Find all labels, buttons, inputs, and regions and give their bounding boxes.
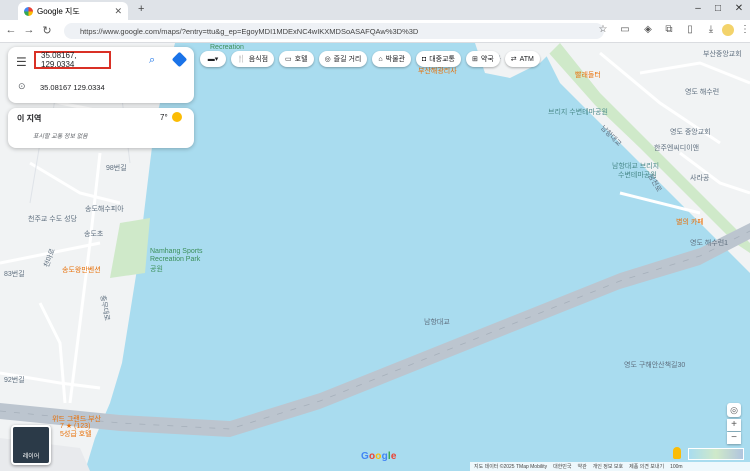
chip-label: 호텔 bbox=[294, 56, 308, 63]
pegman-icon[interactable] bbox=[673, 447, 681, 459]
map-label-namhang-park2: Recreation Park bbox=[150, 256, 201, 263]
chip-atm[interactable]: ⇄ ATM bbox=[504, 51, 540, 67]
download-icon[interactable]: ⤓ bbox=[704, 24, 718, 35]
map-label-youngdo-church2[interactable]: 영도 중앙교회 bbox=[670, 127, 711, 137]
layers-icon: ▬▾ bbox=[207, 56, 219, 63]
maximize-button[interactable]: □ bbox=[708, 3, 728, 14]
map-label-songdo-school[interactable]: 송도초 bbox=[84, 229, 103, 239]
map-label-recreation: Recreation bbox=[210, 44, 244, 51]
chip-label: 음식점 bbox=[248, 56, 269, 63]
star-icon[interactable]: ☆ bbox=[596, 24, 610, 35]
map-footer: 지도 데이터 ©2025 TMap Mobility 대한민국 약관 개인 정보… bbox=[470, 462, 750, 471]
extensions-puzzle-icon[interactable]: ⧉ bbox=[662, 24, 676, 35]
tab-title: Google 지도 bbox=[37, 6, 80, 16]
map-label-bridge-nav[interactable]: 남항대교 bbox=[424, 317, 450, 327]
close-window-button[interactable]: ✕ bbox=[729, 3, 749, 14]
cast-icon[interactable]: ▭ bbox=[618, 24, 632, 35]
map-label-98beongil: 98번길 bbox=[106, 165, 127, 172]
chip-restaurant[interactable]: 🍴 음식점 bbox=[231, 51, 275, 67]
hotel-icon: ▭ bbox=[285, 56, 292, 63]
map-label-hotel-class: 5성급 호텔 bbox=[60, 431, 92, 438]
minimize-button[interactable]: – bbox=[688, 3, 708, 14]
chip-label: 대중교통 bbox=[429, 56, 455, 63]
chip-label: ATM bbox=[519, 55, 534, 63]
zoom-out-button[interactable]: − bbox=[727, 432, 741, 444]
address-bar[interactable]: https://www.google.com/maps/?entry=ttu&g… bbox=[64, 23, 604, 39]
layers-label: 레이어 bbox=[22, 454, 40, 460]
map-label-83beongil: 83번길 bbox=[4, 271, 25, 278]
chip-hotel[interactable]: ▭ 호텔 bbox=[279, 51, 314, 67]
category-chips: ▬▾ 🍴 음식점 ▭ 호텔 ◎ 즐길 거리 ⌂ 박물관 ◘ 대중교통 ⊞ 약국 ⇄ ATM bbox=[200, 51, 540, 67]
map-label-seoul-wing[interactable]: 빨래돌터 bbox=[575, 70, 601, 80]
camera-icon: ◎ bbox=[324, 56, 331, 63]
layers-button[interactable]: 레이어 bbox=[11, 425, 51, 465]
museum-icon: ⌂ bbox=[378, 55, 383, 63]
sidepanel-icon[interactable]: ▯ bbox=[683, 24, 697, 35]
search-query: 35.08167, 129.0334 bbox=[41, 51, 77, 69]
map-label-namhang-park[interactable]: Namhang Sports bbox=[150, 248, 203, 255]
profile-avatar[interactable] bbox=[722, 24, 734, 36]
my-location-button[interactable]: ◎ bbox=[727, 403, 741, 417]
forward-icon[interactable]: → bbox=[22, 24, 36, 36]
menu-dots-icon[interactable]: ⋮ bbox=[738, 24, 750, 35]
new-tab-button[interactable]: + bbox=[138, 3, 144, 15]
footer-terms[interactable]: 약관 bbox=[578, 463, 587, 470]
sun-icon bbox=[172, 112, 182, 122]
map-label-wangmanbension[interactable]: 송도왕만벤션 bbox=[62, 265, 101, 275]
chip-attractions[interactable]: ◎ 즐길 거리 bbox=[318, 51, 368, 67]
chip-pharmacy[interactable]: ⊞ 약국 bbox=[465, 51, 500, 67]
browser-tab[interactable]: Google 지도 ✕ bbox=[18, 2, 128, 20]
close-tab-icon[interactable]: ✕ bbox=[114, 6, 122, 17]
chip-label: 즐길 거리 bbox=[333, 56, 362, 63]
search-icon[interactable]: ⌕ bbox=[149, 54, 155, 67]
google-logo: Google bbox=[361, 451, 397, 462]
area-temperature: 7° bbox=[160, 113, 168, 122]
search-result[interactable]: 35.08167 129.0334 bbox=[40, 83, 105, 92]
restaurant-icon: 🍴 bbox=[237, 56, 246, 63]
search-input[interactable]: 35.08167, 129.0334 bbox=[34, 51, 111, 69]
chip-label: 박물관 bbox=[385, 56, 405, 63]
map-label-youngdo-street[interactable]: 영도 구해안산책길30 bbox=[624, 360, 685, 370]
map-label-cathedral[interactable]: 천주교 수도 성당 bbox=[28, 214, 77, 224]
zoom-in-button[interactable]: + bbox=[727, 419, 741, 431]
chip-museum[interactable]: ⌂ 박물관 bbox=[372, 51, 411, 67]
map-label-busan-station[interactable]: 부산해광리사 bbox=[418, 66, 457, 76]
location-pin-icon: ⊙ bbox=[18, 81, 26, 91]
layer-toggle-chip[interactable]: ▬▾ bbox=[200, 51, 226, 67]
imagery-thumbnails[interactable] bbox=[688, 448, 744, 460]
footer-country[interactable]: 대한민국 bbox=[553, 463, 571, 470]
pharmacy-icon: ⊞ bbox=[471, 56, 478, 63]
area-title: 이 지역 bbox=[17, 114, 42, 123]
google-maps-favicon bbox=[24, 6, 33, 16]
map-label-beach-park[interactable]: 브리지 수변테마공원 bbox=[548, 107, 608, 117]
area-subtitle: 표시할 교통 정보 없음 bbox=[33, 134, 88, 140]
footer-feedback[interactable]: 제품 의견 보내기 bbox=[629, 463, 664, 470]
chip-label: 약국 bbox=[480, 56, 494, 63]
map-label-sarang[interactable]: 사라공 bbox=[690, 173, 709, 183]
map-label-park-small: 공원 bbox=[150, 266, 163, 273]
map-label-hwaeon: 영도 해수련1 bbox=[690, 240, 729, 247]
map-label-youngdo-church[interactable]: 영도 해수련 bbox=[685, 87, 719, 97]
atm-icon: ⇄ bbox=[510, 56, 517, 63]
menu-icon[interactable]: ☰ bbox=[16, 55, 27, 69]
extension-icon[interactable]: ◈ bbox=[641, 24, 655, 35]
transit-icon: ◘ bbox=[421, 55, 427, 63]
back-icon[interactable]: ← bbox=[4, 24, 18, 36]
map-label-92beongil: 92번길 bbox=[4, 377, 25, 384]
footer-scale[interactable]: 100m bbox=[670, 464, 683, 470]
map-label-cafe[interactable]: 별의 카페 bbox=[676, 217, 704, 227]
map-label-shop[interactable]: 한주엔씨디이앤 bbox=[654, 143, 699, 153]
footer-privacy[interactable]: 개인 정보 보호 bbox=[593, 463, 623, 470]
url-text: https://www.google.com/maps/?entry=ttu&g… bbox=[80, 26, 419, 36]
chip-transit[interactable]: ◘ 대중교통 bbox=[415, 51, 461, 67]
footer-data: 지도 데이터 ©2025 TMap Mobility bbox=[474, 464, 548, 470]
reload-icon[interactable]: ↻ bbox=[40, 24, 54, 37]
map-label-busan-church[interactable]: 부산중앙교회 bbox=[703, 49, 742, 59]
map-label-haesupia[interactable]: 송도해수피아 bbox=[85, 204, 124, 214]
